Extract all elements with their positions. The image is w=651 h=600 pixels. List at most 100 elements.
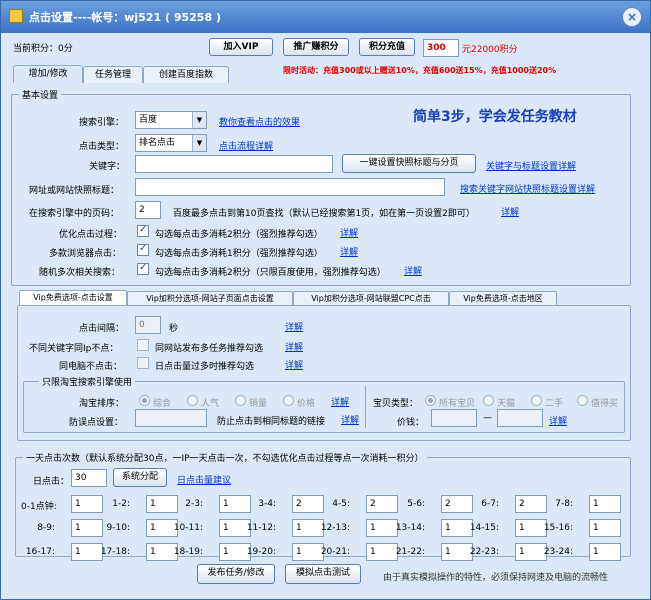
price-max-input[interactable] bbox=[497, 409, 543, 427]
url-help-link[interactable]: 搜索关键字网站快照标题设置详解 bbox=[460, 182, 595, 195]
sort-option-3: 价格 bbox=[297, 399, 316, 409]
url-input[interactable] bbox=[135, 178, 445, 196]
optimize-label: 优化点击过程： bbox=[59, 230, 123, 240]
subtab-click-settings[interactable]: Vip免费选项-点击设置 bbox=[19, 290, 127, 305]
promo-activity-text: 限时活动：充值300或以上赠送10%，充值600送15%，充值1000送20% bbox=[283, 66, 557, 75]
settings-window: 点击设置----帐号：wj521 ( 95258 ) × 当前积分：0分 加入V… bbox=[0, 0, 651, 600]
bottom-note: 由于真实模拟操作的特性，必须保持网速及电脑的流畅性 bbox=[383, 573, 609, 583]
tab-task-manage[interactable]: 任务管理 bbox=[83, 66, 143, 83]
day-clicks-input[interactable]: 30 bbox=[71, 469, 107, 487]
engine-label: 搜索引擎： bbox=[79, 118, 125, 128]
random-search-checkbox[interactable] bbox=[137, 262, 149, 275]
points-label: 当前积分：0分 bbox=[13, 44, 73, 54]
interval-help-link[interactable]: 详解 bbox=[285, 320, 303, 333]
sort-help-link[interactable]: 详解 bbox=[331, 395, 349, 408]
keyword-input[interactable] bbox=[135, 155, 333, 173]
hour-label: 8-9: bbox=[37, 523, 55, 533]
keyword-help-link[interactable]: 关键字与标题设置详解 bbox=[486, 159, 576, 172]
subtab-subpage-click[interactable]: Vip加积分选项-网站子页面点击设置 bbox=[127, 291, 293, 306]
type-radio-3[interactable] bbox=[577, 395, 588, 406]
price-min-input[interactable] bbox=[431, 409, 477, 427]
daily-advice-link[interactable]: 日点击量建议 bbox=[177, 473, 231, 486]
ip-checkbox[interactable] bbox=[137, 339, 149, 351]
engine-help-link[interactable]: 教你查看点击的效果 bbox=[219, 115, 300, 128]
join-vip-button[interactable]: 加入VIP bbox=[209, 38, 273, 56]
item-type-label: 宝贝类型： bbox=[373, 399, 419, 409]
hour-clicks-input[interactable]: 1 bbox=[589, 519, 621, 537]
type-radio-0[interactable] bbox=[425, 395, 436, 406]
page-help-link[interactable]: 详解 bbox=[501, 205, 519, 218]
basic-settings-legend: 基本设置 bbox=[19, 88, 62, 101]
pc-checkbox[interactable] bbox=[137, 357, 149, 369]
random-search-text: 勾选每点击多消耗2积分（只限百度使用，强烈推荐勾选） bbox=[155, 268, 386, 278]
ip-text: 同网站发布多任务推荐勾选 bbox=[155, 344, 264, 354]
system-allocate-button[interactable]: 系统分配 bbox=[113, 468, 167, 487]
optimize-help-link[interactable]: 详解 bbox=[340, 226, 358, 239]
hour-label: 22-23: bbox=[469, 547, 499, 557]
multi-browser-help-link[interactable]: 详解 bbox=[340, 245, 358, 258]
hour-clicks-input[interactable]: 1 bbox=[589, 495, 621, 513]
publish-task-button[interactable]: 发布任务/修改 bbox=[197, 564, 275, 584]
hour-clicks-input[interactable]: 1 bbox=[589, 543, 621, 561]
interval-unit: 秒 bbox=[169, 324, 179, 334]
sort-radio-0[interactable] bbox=[139, 395, 150, 406]
click-flow-link[interactable]: 点击流程详解 bbox=[219, 139, 273, 152]
sort-radio-3[interactable] bbox=[283, 395, 294, 406]
random-search-help-link[interactable]: 详解 bbox=[404, 264, 422, 277]
type-option-1: 天猫 bbox=[497, 399, 516, 409]
recharge-button[interactable]: 积分充值 bbox=[359, 38, 415, 56]
hour-label: 0-1点钟: bbox=[21, 502, 57, 512]
app-icon bbox=[9, 9, 23, 23]
hour-label: 17-18: bbox=[100, 547, 130, 557]
daily-clicks-legend: 一天点击次数（默认系统分配30点，一IP一天点击一次，不勾选优化点击过程等点一次… bbox=[23, 451, 427, 464]
hour-label: 14-15: bbox=[469, 523, 499, 533]
tutorial-headline[interactable]: 简单3步，学会发任务教材 bbox=[413, 106, 577, 126]
recharge-result: 元22000积分 bbox=[462, 45, 518, 55]
tab-add-edit[interactable]: 增加/修改 bbox=[13, 65, 83, 83]
multi-browser-checkbox[interactable] bbox=[137, 243, 149, 256]
auto-set-title-button[interactable]: 一键设置快照标题与分页 bbox=[342, 154, 476, 173]
type-radio-2[interactable] bbox=[531, 395, 542, 406]
click-type-label: 点击类型： bbox=[79, 142, 125, 152]
day-clicks-label: 日点击： bbox=[33, 477, 70, 487]
subtab-cpc-click[interactable]: Vip加积分选项-网站联盟CPC点击 bbox=[293, 291, 449, 306]
multi-browser-text: 勾选每点击多消耗1积分（强烈推荐勾选） bbox=[155, 249, 323, 259]
interval-input[interactable]: 0 bbox=[135, 316, 161, 334]
pc-help-link[interactable]: 详解 bbox=[285, 358, 303, 371]
hour-label: 20-21: bbox=[320, 547, 350, 557]
hour-label: 6-7: bbox=[481, 499, 499, 509]
hour-label: 2-3: bbox=[185, 499, 203, 509]
recharge-amount-input[interactable]: 300 bbox=[423, 39, 459, 57]
hour-label: 1-2: bbox=[112, 499, 130, 509]
tab-baidu-index[interactable]: 创建百度指数 bbox=[143, 66, 229, 83]
price-help-link[interactable]: 详解 bbox=[549, 414, 567, 427]
promote-earn-button[interactable]: 推广赚积分 bbox=[283, 38, 349, 56]
engine-select[interactable]: 百度 ▼ bbox=[135, 111, 207, 129]
sort-option-2: 销量 bbox=[249, 399, 268, 409]
sort-radio-2[interactable] bbox=[235, 395, 246, 406]
pc-label: 同电脑不点击： bbox=[59, 362, 123, 372]
multi-browser-label: 多款浏览器点击： bbox=[49, 249, 122, 259]
optimize-checkbox[interactable] bbox=[137, 224, 149, 237]
optimize-text: 勾选每点击多消耗2积分（强烈推荐勾选） bbox=[155, 230, 323, 240]
hour-label: 23-24: bbox=[543, 547, 573, 557]
anti-mis-help-link[interactable]: 详解 bbox=[341, 413, 359, 426]
price-dash: — bbox=[483, 413, 492, 423]
taobao-divider bbox=[365, 386, 366, 428]
type-radio-1[interactable] bbox=[483, 395, 494, 406]
price-label: 价钱： bbox=[397, 418, 425, 428]
click-type-select[interactable]: 排名点击 ▼ bbox=[135, 134, 207, 152]
page-input[interactable]: 2 bbox=[135, 201, 161, 219]
ip-help-link[interactable]: 详解 bbox=[285, 340, 303, 353]
anti-mis-label: 防误点设置： bbox=[69, 418, 124, 428]
hour-label: 16-17: bbox=[25, 547, 55, 557]
type-option-3: 值得买 bbox=[591, 399, 619, 409]
simulate-click-button[interactable]: 模拟点击测试 bbox=[285, 564, 361, 584]
anti-mis-input[interactable] bbox=[135, 409, 207, 427]
keyword-label: 关键字： bbox=[89, 162, 126, 172]
hour-label: 21-22: bbox=[395, 547, 425, 557]
sort-radio-1[interactable] bbox=[187, 395, 198, 406]
sort-label: 淘宝排序： bbox=[79, 399, 125, 409]
close-button[interactable]: × bbox=[622, 7, 642, 27]
subtab-click-region[interactable]: Vip免费选项-点击地区 bbox=[449, 291, 557, 306]
